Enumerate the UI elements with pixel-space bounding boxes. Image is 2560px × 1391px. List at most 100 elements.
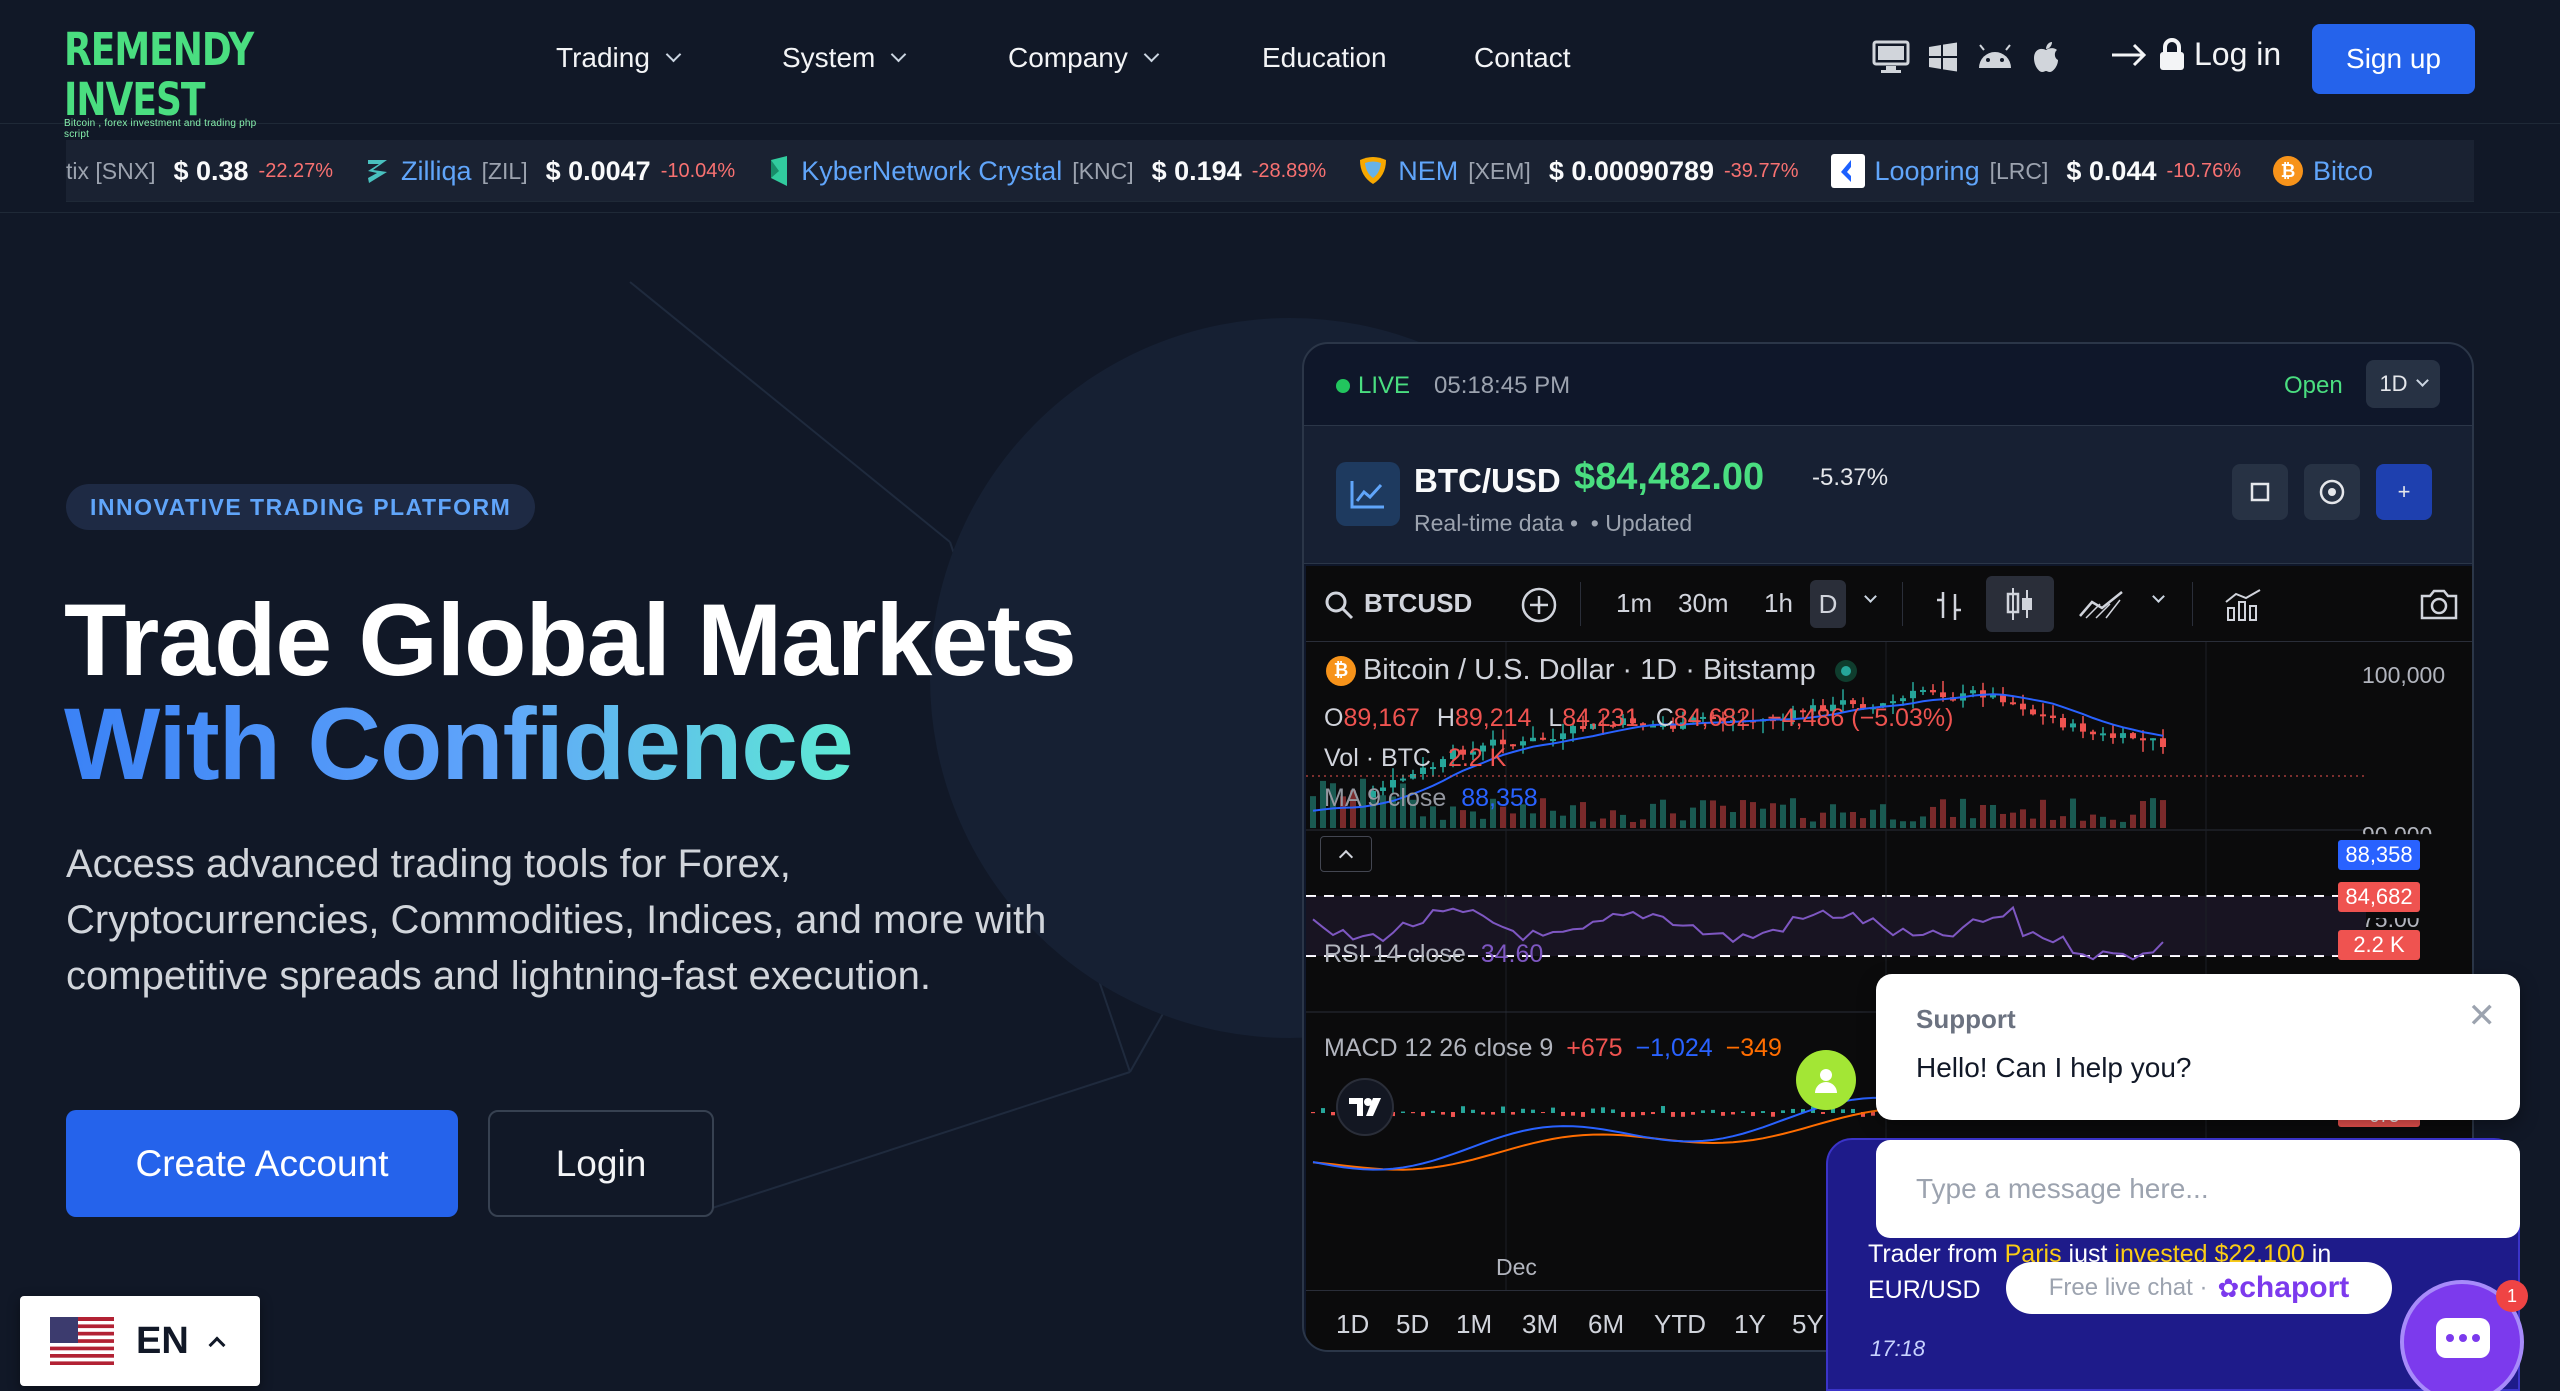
chevron-down-icon [1143,46,1160,62]
tradingview-logo-button[interactable] [1336,1078,1394,1136]
period-3m[interactable]: 3M [1522,1309,1558,1340]
macd-histogram-bar [1761,1111,1765,1113]
candle [2030,709,2036,715]
chat-greeting: Hello! Can I help you? [1916,1052,2192,1083]
lock-icon [2160,37,2184,70]
ohlc-legend: O89,167 H89,214 L84,231 C84,682 −4,486 (… [1324,704,1954,732]
interval-1h[interactable]: 1h [1764,588,1793,619]
ticker-item[interactable]: Zilliqa [ZIL] $ 0.0047 -10.04% [365,156,735,187]
chat-bubble-icon [2436,1318,2490,1358]
area-chart-type-icon[interactable] [2078,588,2126,622]
ticker-change: -10.76% [2166,159,2241,182]
macd-histogram-bar [1601,1107,1605,1113]
macd-histogram-bar [1681,1112,1685,1117]
volume-bar [1310,796,1316,828]
period-1m[interactable]: 1M [1456,1309,1492,1340]
timeframe-select[interactable]: 1D [2366,360,2440,408]
period-6m[interactable]: 6M [1588,1309,1624,1340]
ticker-item[interactable]: KyberNetwork Crystal [KNC] $ 0.194 -28.8… [767,154,1326,188]
chart-title: ₿ Bitcoin / U.S. Dollar · 1D · Bitstamp [1326,654,1857,687]
ticker-item[interactable]: NEM [XEM] $ 0.00090789 -39.77% [1358,156,1799,187]
rsi-legend: RSI 14 close 34.60 [1324,940,1543,969]
chart-title-text: Bitcoin / U.S. Dollar · 1D · Bitstamp [1362,654,1816,686]
nav-system[interactable]: System [782,42,907,74]
desktop-icon[interactable] [1872,40,1910,74]
candle [2110,733,2116,738]
chat-message-input[interactable]: Type a message here... [1876,1140,2520,1238]
ticker-item[interactable]: ₿ Bitco [2272,155,2374,187]
candles-chart-type-button[interactable] [1986,576,2054,632]
ticker-price: $ 0.194 [1151,155,1242,186]
hero-title-line1: Trade Global Markets [64,583,1077,697]
period-5y[interactable]: 5Y [1792,1309,1824,1340]
compare-plus-icon[interactable] [1520,586,1558,624]
logo[interactable]: REMENDY INVEST Bitcoin , forex investmen… [64,25,274,140]
volume-bar [1640,819,1646,828]
candle [2090,731,2096,735]
macd-histogram-value: +675 [1566,1034,1623,1062]
close-icon[interactable]: ✕ [2468,996,2497,1036]
interval-chevron-down-icon[interactable] [1864,590,1877,603]
volume-bar [2050,819,2056,828]
ticker-change: -22.27% [258,159,334,182]
android-icon[interactable] [1976,44,2014,70]
volume-bar [2150,798,2156,828]
fullscreen-button[interactable] [2232,464,2288,520]
candle [1920,690,1926,693]
period-1d[interactable]: 1D [1336,1309,1369,1340]
header-login-link[interactable]: Log in [2110,36,2281,73]
period-ytd[interactable]: YTD [1654,1309,1706,1340]
chart-type-chevron-down-icon[interactable] [2152,590,2165,603]
nav-education[interactable]: Education [1262,42,1387,74]
volume-bar [1650,803,1656,828]
camera-icon[interactable] [2418,588,2460,622]
chat-greeting-popup[interactable]: Support Hello! Can I help you? ✕ [1876,974,2520,1120]
signup-button[interactable]: Sign up [2312,24,2475,94]
macd-line-value: −1,024 [1635,1034,1713,1062]
target-button[interactable] [2304,464,2360,520]
ticker-name: Bitco [2312,155,2374,186]
volume-bar [2110,819,2116,828]
macd-histogram-bar [1791,1108,1795,1113]
macd-histogram-bar [1401,1111,1405,1113]
nav-trading[interactable]: Trading [556,42,682,74]
logo-wordmark: REMENDY INVEST [64,24,254,126]
rsi-value: 34.60 [1480,940,1544,968]
volume-bar [1470,811,1476,828]
ma-price-tag: 88,358 [2338,840,2420,870]
chevron-up-icon [208,1336,226,1354]
candle [1940,692,1946,698]
add-button[interactable]: + [2376,464,2432,520]
interval-30m[interactable]: 30m [1678,588,1729,619]
symbol-search[interactable]: BTCUSD [1364,588,1472,619]
interval-1m[interactable]: 1m [1616,588,1652,619]
macd-histogram-bar [1521,1108,1525,1113]
nav-system-label: System [782,42,876,73]
collapse-legend-button[interactable] [1320,836,1372,872]
updated-label: • Updated [1590,510,1693,536]
language-selector[interactable]: EN [20,1296,260,1386]
ticker-item[interactable]: tix [SNX] $ 0.38 -22.27% [66,156,333,187]
ticker-item[interactable]: Loopring [LRC] $ 0.044 -10.76% [1830,154,2241,188]
candle [1550,739,1556,742]
hero-badge: INNOVATIVE TRADING PLATFORM [66,484,536,530]
candle [1900,698,1906,702]
macd-histogram-bar [1471,1109,1475,1113]
interval-d[interactable]: D [1810,580,1846,628]
nav-company[interactable]: Company [1008,42,1160,74]
hero-login-button[interactable]: Login [488,1110,714,1217]
windows-icon[interactable] [1928,42,1958,72]
bar-chart-type-icon[interactable] [1934,588,1964,622]
chaport-branding[interactable]: Free live chat · ✿chaport [2006,1262,2392,1314]
nav-contact[interactable]: Contact [1474,42,1571,74]
period-5d[interactable]: 5D [1396,1309,1429,1340]
create-account-button[interactable]: Create Account [66,1110,458,1217]
volume-bar [1870,809,1876,828]
volume-bar [1800,817,1806,828]
volume-bar [1600,818,1606,828]
volume-bar [1860,818,1866,828]
search-icon[interactable] [1324,590,1354,620]
indicators-icon[interactable] [2224,588,2264,622]
period-1y[interactable]: 1Y [1734,1309,1766,1340]
apple-icon[interactable] [2032,41,2060,73]
